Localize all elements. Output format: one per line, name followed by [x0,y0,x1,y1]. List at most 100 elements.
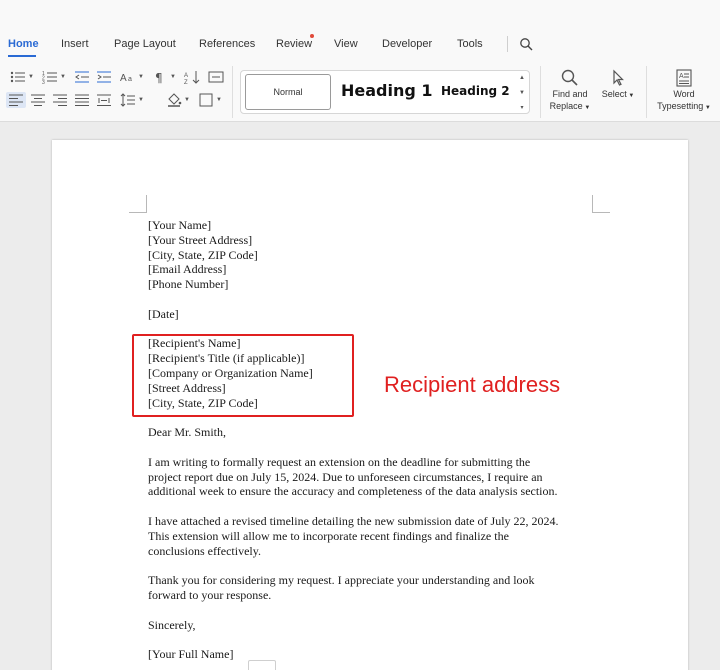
signature: [Your Full Name] [148,647,234,662]
character-border-button[interactable] [206,69,226,85]
tab-insert[interactable]: Insert [61,38,89,50]
chevron-down-icon: ▼ [582,105,591,111]
tab-tools[interactable]: Tools [457,38,483,50]
review-notification-dot [310,34,314,38]
align-left-icon [9,94,23,106]
align-right-icon [53,94,67,106]
active-tab-indicator [8,55,36,57]
decrease-indent-icon [75,71,89,83]
align-center-button[interactable] [28,92,48,108]
tab-separator [507,36,508,52]
paragraph-line: forward to your response. [148,587,272,602]
svg-text:3: 3 [42,80,45,84]
borders-icon [199,93,213,107]
margin-corner-marker [592,195,610,213]
gallery-expand-icon[interactable]: ▾ [520,104,523,111]
justify-button[interactable] [72,92,92,108]
svg-text:A: A [679,73,684,80]
chevron-down-icon[interactable]: ▼ [138,97,144,103]
paragraph-handle-icon[interactable] [248,660,276,670]
sender-line: [Phone Number] [148,277,229,292]
chevron-down-icon[interactable]: ▼ [519,90,525,96]
paragraph-line: Thank you for considering my request. I … [148,573,535,588]
salutation: Dear Mr. Smith, [148,425,226,440]
chevron-down-icon[interactable]: ▼ [28,74,34,80]
pilcrow-icon: ¶ [155,71,163,84]
paint-bucket-icon [168,93,182,107]
select-label-text: Select [601,89,627,99]
chevron-down-icon[interactable]: ▼ [138,74,144,80]
show-paragraph-marks-button[interactable]: ¶ [150,69,170,85]
letter-body[interactable]: [Your Name] [Your Street Address] [City,… [148,218,598,662]
find-and-replace-button[interactable]: Find and Replace ▼ [547,68,593,114]
sender-line: [City, State, ZIP Code] [148,247,258,262]
line-spacing-icon [120,93,135,107]
change-case-button[interactable]: Aa [118,69,138,85]
tab-review[interactable]: Review [276,38,312,50]
tab-references[interactable]: References [199,38,255,50]
bullet-list-icon [10,71,25,83]
decrease-indent-button[interactable] [72,69,92,85]
find-replace-label-2: Replace ▼ [550,100,591,114]
svg-text:Z: Z [184,80,188,84]
sort-button[interactable]: AZ [182,69,202,85]
chevron-down-icon[interactable]: ▼ [184,97,190,103]
cursor-arrow-icon [613,69,624,86]
style-heading-1[interactable]: Heading 1 [341,81,433,100]
chevron-up-icon[interactable]: ▲ [519,75,525,81]
select-label: Select ▼ [602,88,635,102]
date-line: [Date] [148,306,179,321]
align-justify-icon [75,94,89,106]
borders-button[interactable] [196,92,216,108]
search-icon[interactable] [519,37,533,51]
word-typesetting-label-1: Word [673,89,695,99]
sender-line: [Email Address] [148,262,227,277]
style-normal[interactable]: Normal [245,74,331,110]
typesetting-icon: A [676,69,692,87]
align-left-button[interactable] [6,92,26,108]
style-heading-2[interactable]: Heading 2 [441,84,510,98]
sender-line: [Your Street Address] [148,232,253,247]
chevron-down-icon[interactable]: ▼ [170,74,176,80]
word-typesetting-label-text: Typesetting [657,101,704,111]
increase-indent-button[interactable] [94,69,114,85]
sort-icon: AZ [184,71,200,84]
shading-button[interactable] [164,92,184,108]
styles-gallery: Normal Heading 1 Heading 2 ▲ ▼ ▾ [240,70,530,114]
line-spacing-button[interactable] [118,92,138,108]
tab-page-layout[interactable]: Page Layout [114,38,176,50]
paragraph-line: I have attached a revised timeline detai… [148,513,559,528]
align-center-icon [31,94,45,106]
numbered-list-button[interactable]: 123 [40,69,60,85]
tab-developer[interactable]: Developer [382,38,432,50]
paragraph-line: project report due on July 15, 2024. Due… [148,469,543,484]
tab-view[interactable]: View [334,38,358,50]
paragraph-line: I am writing to formally request an exte… [148,454,531,469]
chevron-down-icon[interactable]: ▼ [216,97,222,103]
svg-text:A: A [120,73,127,84]
ribbon-toolbar: ▼ 123 ▼ Aa ▼ ¶ ▼ AZ ▼ ▼ ▼ Normal Heading… [0,62,720,122]
align-right-button[interactable] [50,92,70,108]
distributed-align-button[interactable] [94,92,114,108]
ribbon-separator [646,66,647,118]
bullet-list-button[interactable] [8,69,28,85]
word-typesetting-label-2: Typesetting ▼ [657,100,711,114]
svg-text:¶: ¶ [155,71,163,84]
chevron-down-icon[interactable]: ▼ [60,74,66,80]
border-frame-icon [208,71,224,83]
gallery-scroll[interactable]: ▲ ▼ ▾ [518,75,526,111]
closing: Sincerely, [148,617,196,632]
ribbon-separator [540,66,541,118]
select-button[interactable]: Select ▼ [598,68,638,102]
tab-home[interactable]: Home [8,38,39,50]
magnifier-icon [561,69,578,86]
svg-text:A: A [184,73,188,79]
recipient-highlight-box [132,334,354,417]
word-typesetting-button[interactable]: A Word Typesetting ▼ [654,68,714,114]
ribbon-tab-bar: Home Insert Page Layout References Revie… [0,0,720,62]
distributed-align-icon [97,94,111,106]
